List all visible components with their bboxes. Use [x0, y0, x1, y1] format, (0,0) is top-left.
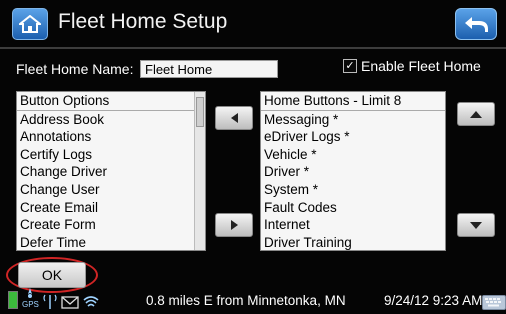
button-options-scrollbar[interactable]	[194, 92, 205, 250]
back-button[interactable]	[455, 8, 497, 40]
move-down-button[interactable]	[457, 213, 495, 237]
cell-signal-icon	[43, 294, 57, 309]
list-item[interactable]: Defer Time	[17, 234, 195, 250]
ok-button[interactable]: OK	[18, 262, 86, 288]
home-button[interactable]	[12, 8, 48, 40]
home-buttons-header: Home Buttons - Limit 8	[261, 92, 445, 111]
datetime-text: 9/24/12 9:23 AM	[384, 293, 483, 308]
list-item[interactable]: Change Driver	[17, 163, 195, 181]
move-up-button[interactable]	[457, 102, 495, 126]
list-item[interactable]: Driver Training	[261, 234, 445, 250]
enable-fleet-home-label: Enable Fleet Home	[361, 58, 481, 74]
list-item[interactable]: Driver *	[261, 163, 445, 181]
scroll-thumb[interactable]	[196, 97, 204, 127]
list-item[interactable]: Change User	[17, 181, 195, 199]
gps-label: GPS	[22, 300, 39, 309]
fleet-home-name-label: Fleet Home Name:	[16, 61, 134, 77]
status-icons: GPS	[8, 287, 99, 309]
list-item[interactable]: eDriver Logs *	[261, 128, 445, 146]
fleet-home-name-input[interactable]: Fleet Home	[140, 60, 278, 78]
enable-fleet-home-checkbox[interactable]: ✓	[343, 59, 357, 73]
page-title: Fleet Home Setup	[58, 10, 228, 33]
list-item[interactable]: System *	[261, 181, 445, 199]
list-item[interactable]: Address Book	[17, 111, 195, 129]
header-divider	[0, 47, 506, 49]
list-item[interactable]: Vehicle *	[261, 146, 445, 164]
move-right-button[interactable]	[215, 213, 253, 237]
list-item[interactable]: Messaging *	[261, 111, 445, 129]
list-item[interactable]: Create Form	[17, 216, 195, 234]
home-buttons-list[interactable]: Home Buttons - Limit 8 Messaging * eDriv…	[260, 91, 446, 251]
home-icon	[19, 15, 41, 33]
arrow-down-icon	[470, 221, 482, 229]
list-item[interactable]: Internet	[261, 216, 445, 234]
enable-fleet-home-toggle[interactable]: ✓ Enable Fleet Home	[343, 58, 481, 74]
list-item[interactable]: Create Email	[17, 199, 195, 217]
move-left-button[interactable]	[215, 106, 253, 130]
arrow-up-icon	[470, 110, 482, 118]
location-text: 0.8 miles E from Minnetonka, MN	[146, 293, 346, 308]
back-arrow-icon	[465, 17, 488, 32]
list-item[interactable]: Fault Codes	[261, 199, 445, 217]
list-item[interactable]: Certify Logs	[17, 146, 195, 164]
arrow-left-icon	[230, 113, 238, 123]
mail-icon	[61, 296, 79, 309]
keyboard-icon[interactable]	[482, 295, 506, 310]
gps-icon: GPS	[22, 288, 39, 309]
arrow-right-icon	[230, 220, 238, 230]
wifi-icon	[83, 296, 99, 307]
button-options-list[interactable]: Button Options Address Book Annotations …	[16, 91, 206, 251]
button-options-header: Button Options	[17, 92, 195, 111]
battery-icon	[8, 291, 18, 309]
list-item[interactable]: Annotations	[17, 128, 195, 146]
